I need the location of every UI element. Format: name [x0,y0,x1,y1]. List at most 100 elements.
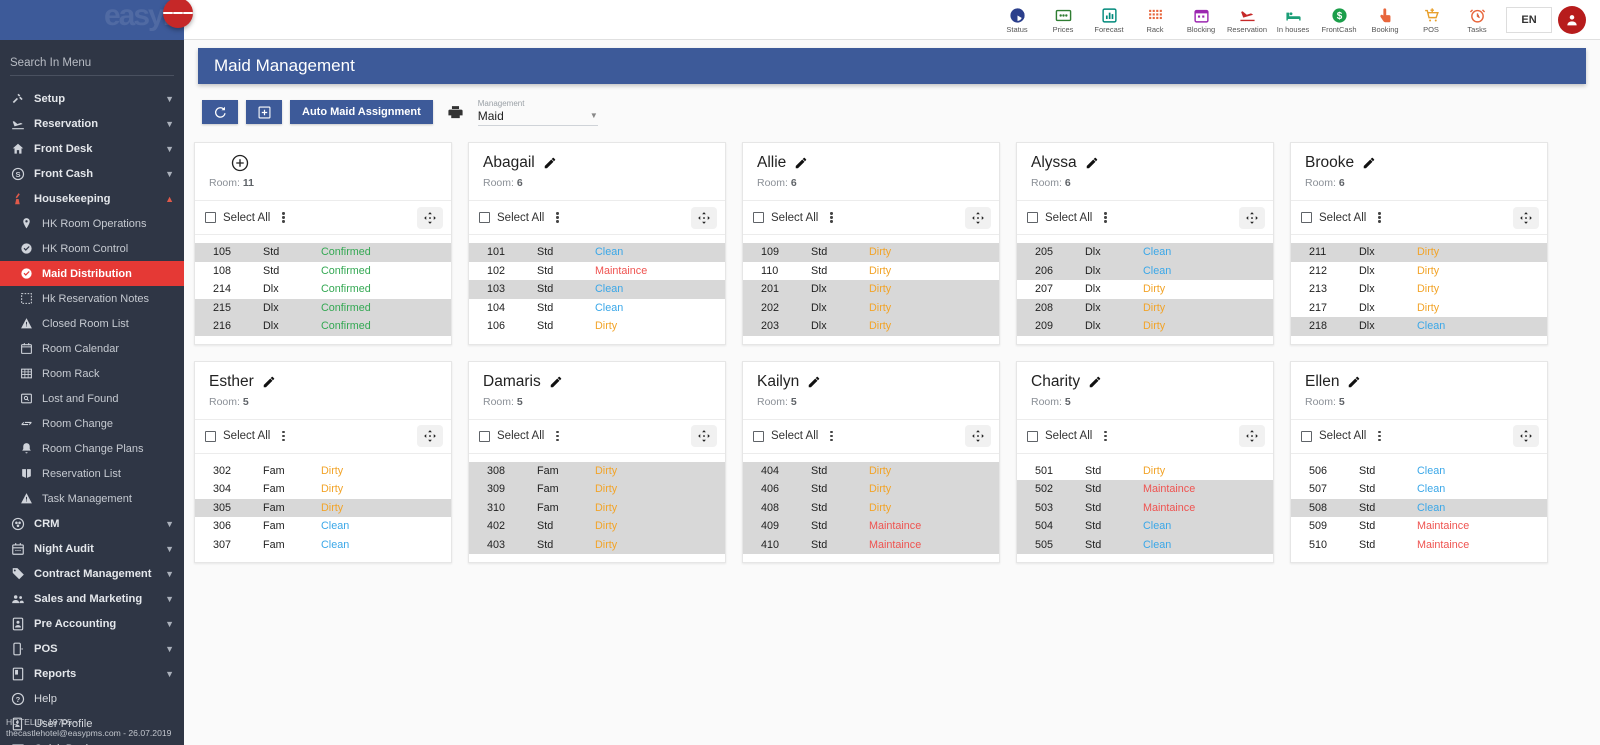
select-all-checkbox[interactable] [479,212,490,223]
room-row[interactable]: 109 Std Dirty [743,243,999,262]
sidebar-item-closed-room-list[interactable]: Closed Room List [0,311,184,336]
chevron-down-icon[interactable]: ▼ [165,119,174,129]
top-nav-rack[interactable]: Rack [1132,0,1178,40]
select-all-checkbox[interactable] [205,212,216,223]
card-drag-handle[interactable] [1513,425,1539,447]
room-row[interactable]: 103 Std Clean [469,280,725,299]
card-overflow-menu-button[interactable] [552,428,562,444]
room-row[interactable]: 202 Dlx Dirty [743,298,999,317]
sidebar-item-hk-room-operations[interactable]: HK Room Operations [0,211,184,236]
sidebar-item-front-desk[interactable]: Front Desk ▼ [0,136,184,161]
room-row[interactable]: 310 Fam Dirty [469,498,725,517]
room-row[interactable]: 302 Fam Dirty [195,462,451,481]
auto-maid-assignment-button[interactable]: Auto Maid Assignment [290,100,433,124]
room-row[interactable]: 306 Fam Clean [195,517,451,536]
select-all-checkbox[interactable] [753,212,764,223]
edit-maid-button[interactable] [1085,156,1099,170]
top-nav-prices[interactable]: Prices [1040,0,1086,40]
refresh-button[interactable] [202,100,238,124]
select-all-label[interactable]: Select All [223,430,270,442]
room-row[interactable]: 208 Dlx Dirty [1017,298,1273,317]
chevron-down-icon[interactable]: ▼ [165,169,174,179]
sidebar-item-task-management[interactable]: Task Management [0,486,184,511]
room-row[interactable]: 218 Dlx Clean [1291,317,1547,336]
card-drag-handle[interactable] [417,206,443,229]
sidebar-item-room-change[interactable]: Room Change [0,411,184,436]
room-row[interactable]: 307 Fam Clean [195,536,451,555]
room-row[interactable]: 305 Fam Dirty [195,498,451,517]
card-overflow-menu-button[interactable] [1100,428,1110,444]
select-all-checkbox[interactable] [753,430,764,442]
room-row[interactable]: 105 Std Confirmed [195,243,451,262]
card-drag-handle[interactable] [691,206,717,229]
select-all-checkbox[interactable] [205,430,216,442]
room-row[interactable]: 207 Dlx Dirty [1017,280,1273,299]
add-maid-circle-button[interactable] [231,154,249,172]
select-all-label[interactable]: Select All [497,430,544,442]
room-row[interactable]: 506 Std Clean [1291,462,1547,481]
chevron-down-icon[interactable]: ▼ [165,644,174,654]
room-row[interactable]: 503 Std Maintaince [1017,498,1273,517]
room-row[interactable]: 304 Fam Dirty [195,480,451,499]
chevron-up-icon[interactable]: ▲ [165,194,174,204]
sidebar-item-help[interactable]: ? Help [0,686,184,711]
room-row[interactable]: 509 Std Maintaince [1291,517,1547,536]
select-all-label[interactable]: Select All [497,212,544,224]
sidebar-item-housekeeping[interactable]: Housekeeping ▲ [0,186,184,211]
sidebar-item-hk-room-control[interactable]: HK Room Control [0,236,184,261]
room-row[interactable]: 205 Dlx Clean [1017,243,1273,262]
room-row[interactable]: 504 Std Clean [1017,517,1273,536]
room-row[interactable]: 211 Dlx Dirty [1291,243,1547,262]
select-all-label[interactable]: Select All [1045,430,1092,442]
top-nav-forecast[interactable]: Forecast [1086,0,1132,40]
sidebar-item-room-change-plans[interactable]: Room Change Plans [0,436,184,461]
select-all-label[interactable]: Select All [223,212,270,224]
card-overflow-menu-button[interactable] [278,428,288,444]
card-drag-handle[interactable] [1239,425,1265,447]
room-row[interactable]: 502 Std Maintaince [1017,480,1273,499]
sidebar-item-sales-and-marketing[interactable]: Sales and Marketing ▼ [0,586,184,611]
room-row[interactable]: 108 Std Confirmed [195,262,451,281]
top-nav-reservation[interactable]: Reservation [1224,0,1270,40]
management-select[interactable]: Management Maid ▼ [477,99,598,126]
top-nav-booking[interactable]: Booking [1362,0,1408,40]
room-row[interactable]: 404 Std Dirty [743,461,999,480]
chevron-down-icon[interactable]: ▼ [165,619,174,629]
sidebar-item-pos[interactable]: POS ▼ [0,636,184,661]
room-row[interactable]: 217 Dlx Dirty [1291,299,1547,318]
sidebar-item-reservation[interactable]: Reservation ▼ [0,111,184,136]
room-row[interactable]: 104 Std Clean [469,299,725,318]
select-all-label[interactable]: Select All [1319,212,1366,224]
card-drag-handle[interactable] [1513,206,1539,229]
sidebar-item-reports[interactable]: Reports ▼ [0,661,184,686]
sidebar-item-pre-accounting[interactable]: Pre Accounting ▼ [0,611,184,636]
menu-toggle-button[interactable] [163,0,193,28]
management-select-field[interactable]: Maid ▼ [477,109,598,126]
add-maid-button[interactable] [246,100,282,124]
edit-maid-button[interactable] [1347,375,1361,389]
room-row[interactable]: 203 Dlx Dirty [743,317,999,336]
sidebar-item-maid-distribution[interactable]: Maid Distribution [0,261,184,286]
room-row[interactable]: 206 Dlx Clean [1017,261,1273,280]
room-row[interactable]: 106 Std Dirty [469,317,725,336]
room-row[interactable]: 215 Dlx Confirmed [195,298,451,317]
room-row[interactable]: 102 Std Maintaince [469,262,725,281]
print-button[interactable] [447,104,464,121]
language-selector[interactable]: EN [1506,7,1552,33]
chevron-down-icon[interactable]: ▼ [165,519,174,529]
room-row[interactable]: 406 Std Dirty [743,480,999,499]
chevron-down-icon[interactable]: ▼ [165,94,174,104]
select-all-checkbox[interactable] [1027,212,1038,223]
room-row[interactable]: 214 Dlx Confirmed [195,280,451,299]
room-row[interactable]: 510 Std Maintaince [1291,536,1547,555]
edit-maid-button[interactable] [262,375,276,389]
room-row[interactable]: 501 Std Dirty [1017,462,1273,481]
select-all-label[interactable]: Select All [1045,212,1092,224]
chevron-down-icon[interactable]: ▼ [165,144,174,154]
room-row[interactable]: 403 Std Dirty [469,535,725,554]
search-input[interactable] [10,55,174,76]
sidebar-item-hk-reservation-notes[interactable]: Hk Reservation Notes [0,286,184,311]
edit-maid-button[interactable] [794,156,808,170]
edit-maid-button[interactable] [1362,156,1376,170]
card-overflow-menu-button[interactable] [1100,209,1110,225]
